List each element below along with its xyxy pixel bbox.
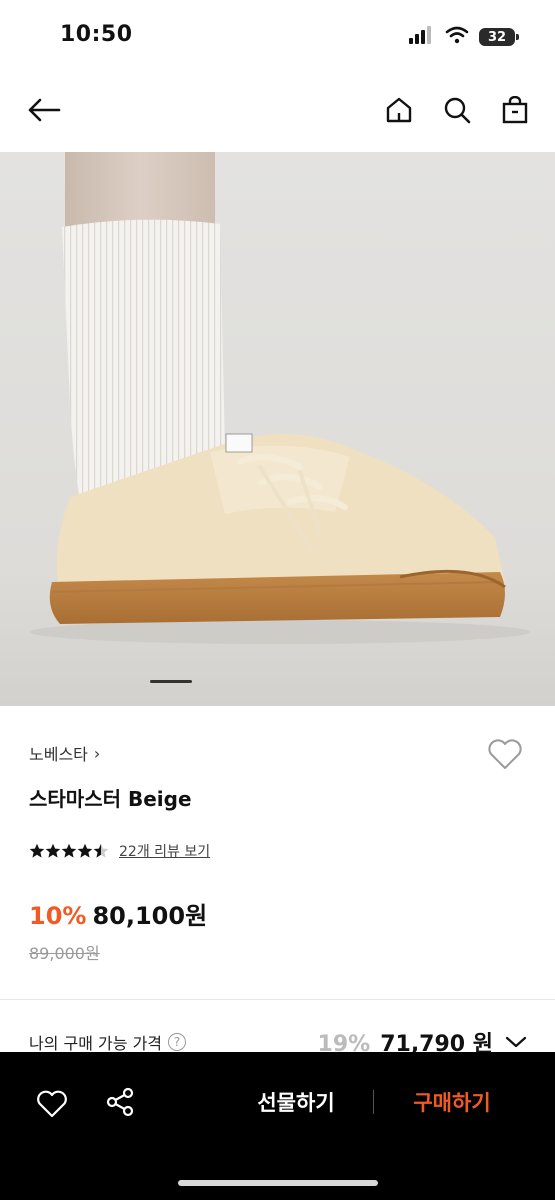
chevron-right-icon: › (93, 743, 101, 763)
sale-price: 80,100원 (92, 902, 208, 930)
shopping-bag-icon[interactable] (497, 90, 533, 130)
discount-rate: 10% (29, 902, 87, 930)
rating-row: 22개 리뷰 보기 (29, 841, 210, 861)
divider (0, 999, 555, 1000)
my-price-label: 나의 구매 가능 가격 (29, 1034, 163, 1053)
status-time: 10:50 (60, 22, 133, 47)
home-indicator[interactable] (178, 1180, 378, 1186)
battery-icon: 32 (479, 28, 519, 46)
product-image-carousel[interactable] (0, 152, 555, 706)
product-title: 스타마스터 Beige (29, 787, 192, 811)
status-indicators: 32 (409, 26, 519, 48)
search-icon[interactable] (439, 90, 475, 130)
brand-name: 노베스타 (29, 745, 88, 764)
review-link[interactable]: 22개 리뷰 보기 (119, 841, 210, 861)
product-photo (0, 152, 555, 706)
status-bar: 10:50 32 (0, 0, 555, 70)
share-icon[interactable] (102, 1084, 138, 1120)
buy-button[interactable]: 구매하기 (392, 1082, 512, 1122)
back-arrow-icon[interactable] (22, 90, 66, 130)
wifi-icon (445, 26, 469, 48)
signal-icon (409, 26, 435, 48)
button-separator (373, 1090, 374, 1114)
home-icon[interactable] (381, 90, 417, 130)
price-row: 10% 80,100원 (29, 896, 207, 931)
top-nav-bar (0, 78, 555, 142)
wishlist-heart-icon[interactable] (485, 734, 525, 774)
heart-icon[interactable] (34, 1086, 70, 1122)
carousel-indicator (150, 680, 192, 683)
gift-button[interactable]: 선물하기 (236, 1082, 356, 1122)
bottom-action-bar: 선물하기 구매하기 (0, 1052, 555, 1200)
brand-link[interactable]: 노베스타 › (29, 741, 100, 765)
help-icon[interactable]: ? (168, 1033, 187, 1051)
nav-actions (381, 90, 533, 130)
star-icons (29, 843, 109, 858)
my-price-label-group: 나의 구매 가능 가격 ? (29, 1030, 187, 1054)
star-rating (29, 843, 109, 859)
original-price: 89,000원 (29, 944, 100, 963)
